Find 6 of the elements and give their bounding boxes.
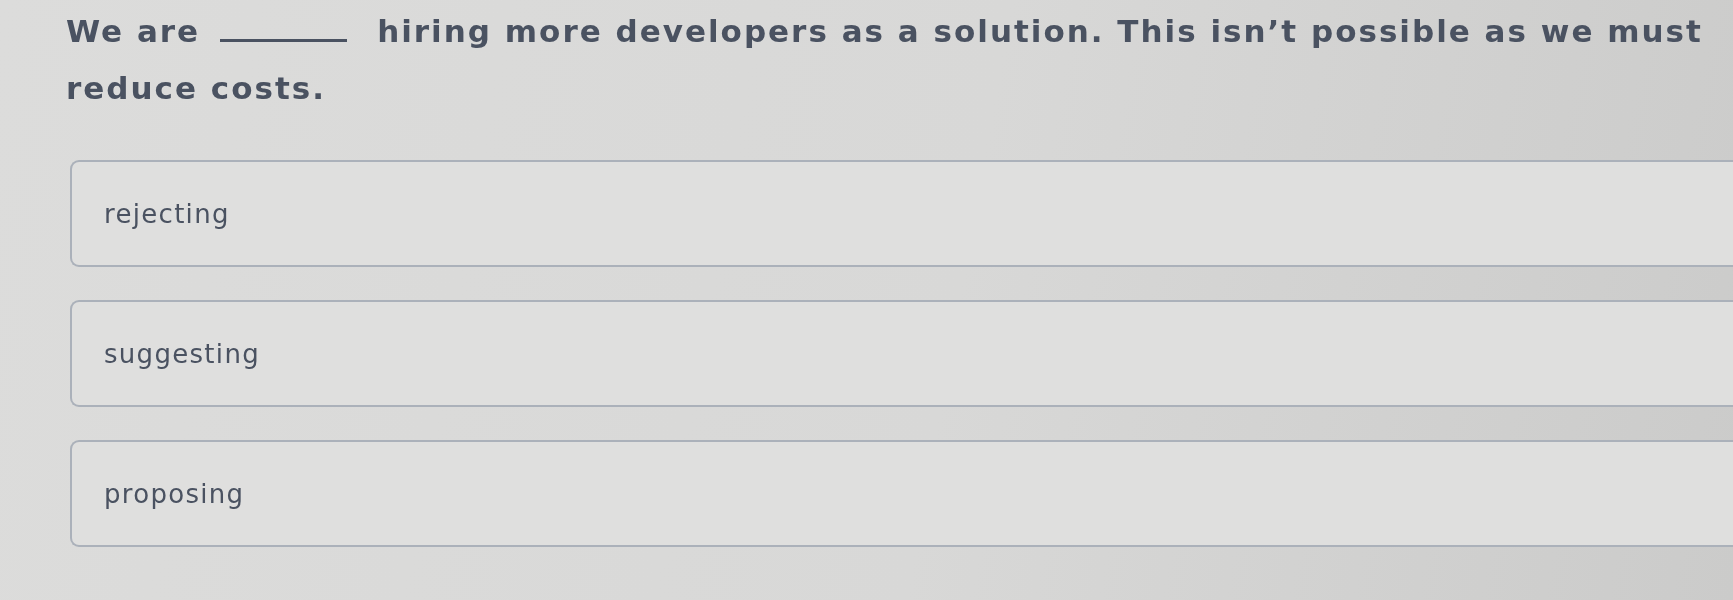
- answer-option[interactable]: suggesting: [70, 300, 1733, 407]
- question-text: We are: [66, 12, 201, 51]
- answer-option[interactable]: proposing: [70, 440, 1733, 547]
- question-text: hiring more developers as a solution. This isn’t possible as we must: [377, 12, 1703, 51]
- question-text: reduce costs.: [66, 69, 326, 108]
- answer-option[interactable]: rejecting: [70, 160, 1733, 267]
